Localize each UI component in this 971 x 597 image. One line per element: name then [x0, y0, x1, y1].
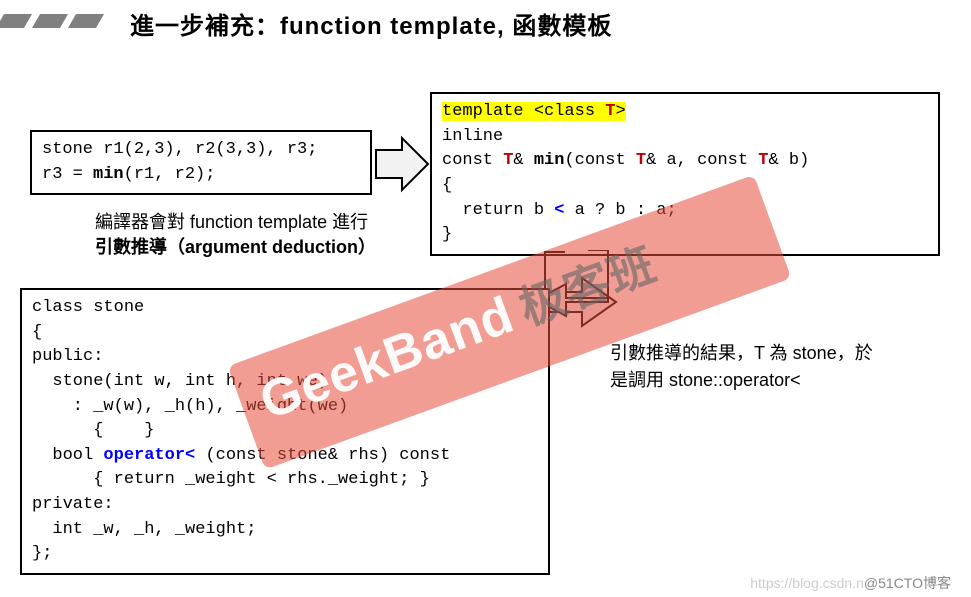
text: a ? b : a;	[564, 201, 676, 220]
caption-line: 是調用 stone::operator<	[610, 370, 801, 390]
type-T: T	[605, 102, 615, 121]
code-line: class stone	[32, 298, 144, 317]
code-line: { return _weight < rhs._weight; }	[32, 470, 430, 489]
arrow-right-icon	[374, 132, 430, 196]
text: const	[442, 151, 503, 170]
header-stripes	[0, 14, 100, 28]
caption-deduction-result: 引數推導的結果，T 為 stone，於 是調用 stone::operator<	[610, 340, 950, 394]
stripe	[0, 14, 32, 28]
code-line-highlight: template <class T>	[442, 102, 626, 121]
operator-lt: operator<	[103, 446, 195, 465]
fn-min: min	[93, 165, 124, 184]
page-title: 進一步補充：function template, 函數模板	[130, 6, 612, 41]
code-line: r3 = min(r1, r2);	[42, 165, 215, 184]
type-T: T	[636, 151, 646, 170]
code-line: }	[442, 225, 452, 244]
caption-line-bold: 引數推導（argument deduction）	[95, 237, 376, 257]
code-template: template <class T> inline const T& min(c…	[430, 92, 940, 256]
footer-site: @51CTO博客	[864, 575, 951, 591]
code-line: : _w(w), _h(h), _weight(we)	[32, 397, 348, 416]
code-line: stone(int w, int h, int we)	[32, 372, 328, 391]
code-line: { }	[32, 421, 154, 440]
text: & b)	[768, 151, 809, 170]
fn-min: min	[534, 151, 565, 170]
text: >	[615, 102, 625, 121]
text: return b	[442, 201, 554, 220]
type-T: T	[503, 151, 513, 170]
operator-lt: <	[554, 201, 564, 220]
code-line: stone r1(2,3), r2(3,3), r3;	[42, 140, 317, 159]
caption-line: 引數推導的結果，T 為 stone，於	[610, 343, 873, 363]
type-T: T	[758, 151, 768, 170]
caption-argument-deduction: 編譯器會對 function template 進行 引數推導（argument…	[95, 210, 415, 260]
text: & a, const	[646, 151, 758, 170]
text: template <class	[442, 102, 605, 121]
code-line: private:	[32, 495, 114, 514]
code-line: const T& min(const T& a, const T& b)	[442, 151, 809, 170]
code-line: {	[32, 323, 42, 342]
code-usage: stone r1(2,3), r2(3,3), r3; r3 = min(r1,…	[30, 130, 372, 195]
code-line: bool operator< (const stone& rhs) const	[32, 446, 450, 465]
text: (const	[564, 151, 635, 170]
footer-attribution: https://blog.csdn.n@51CTO博客	[750, 573, 951, 593]
stripe	[32, 14, 68, 28]
code-line: {	[442, 176, 452, 195]
footer-url: https://blog.csdn.n	[750, 575, 864, 591]
stripe	[68, 14, 104, 28]
code-class-stone: class stone { public: stone(int w, int h…	[20, 288, 550, 575]
text: &	[513, 151, 533, 170]
code-line: return b < a ? b : a;	[442, 201, 677, 220]
code-line: inline	[442, 127, 503, 146]
code-line: int _w, _h, _weight;	[32, 520, 256, 539]
caption-line: 編譯器會對 function template 進行	[95, 212, 368, 232]
text: (const stone& rhs) const	[195, 446, 450, 465]
code-line: };	[32, 544, 52, 563]
text: r3 =	[42, 165, 93, 184]
code-line: public:	[32, 347, 103, 366]
text: bool	[32, 446, 103, 465]
text: (r1, r2);	[124, 165, 216, 184]
